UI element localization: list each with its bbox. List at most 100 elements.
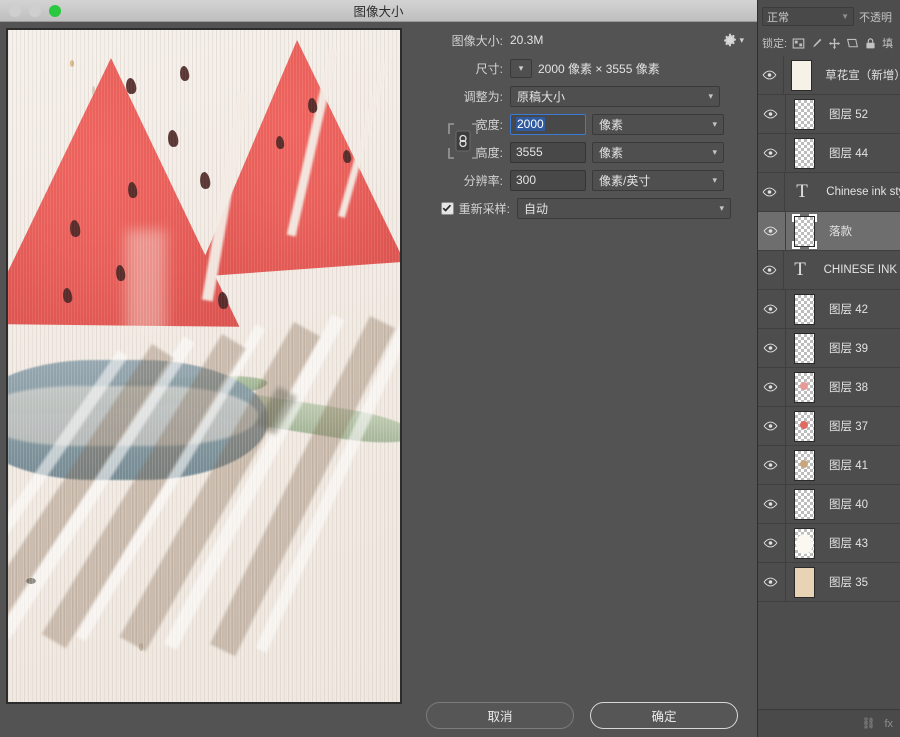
resample-value: 自动 bbox=[524, 201, 549, 216]
layer-row[interactable]: 图层 38 bbox=[756, 368, 900, 407]
link-constrain-icon[interactable] bbox=[446, 112, 480, 170]
dialog-options-menu[interactable]: ▾ bbox=[723, 33, 744, 47]
layer-row[interactable]: 草花宣（新增） bbox=[756, 56, 900, 95]
artboard-lock-icon[interactable] bbox=[846, 37, 859, 50]
move-lock-icon[interactable] bbox=[828, 37, 841, 50]
layer-thumbnail[interactable] bbox=[786, 332, 822, 364]
eye-icon bbox=[763, 421, 778, 431]
link-layers-icon[interactable]: ⛓ bbox=[861, 717, 875, 730]
layer-visibility-toggle[interactable] bbox=[756, 56, 785, 94]
layer-visibility-toggle[interactable] bbox=[756, 524, 786, 562]
layer-thumbnail[interactable] bbox=[784, 59, 818, 91]
layer-name: 图层 43 bbox=[829, 538, 868, 550]
fit-to-row: 调整为: 原稿大小 ▾ bbox=[412, 84, 752, 108]
melon-highlight bbox=[126, 230, 166, 335]
text-layer-icon: T bbox=[796, 181, 808, 202]
ok-button[interactable]: 确定 bbox=[590, 702, 738, 729]
gear-icon[interactable] bbox=[723, 33, 737, 47]
layer-visibility-toggle[interactable] bbox=[756, 95, 786, 133]
layer-thumbnail[interactable] bbox=[786, 293, 822, 325]
layer-thumbnail[interactable] bbox=[786, 98, 822, 130]
thumbnail-content bbox=[799, 459, 808, 468]
layer-visibility-toggle[interactable] bbox=[756, 446, 786, 484]
image-size-value: 20.3M bbox=[510, 33, 544, 47]
eye-icon bbox=[763, 304, 778, 314]
resample-label: 重新采样: bbox=[458, 201, 510, 216]
layer-row[interactable]: 图层 42 bbox=[756, 290, 900, 329]
dialog-buttons: 取消 确定 bbox=[412, 702, 752, 729]
resolution-unit-select[interactable]: 像素/英寸 ▾ bbox=[592, 169, 724, 191]
layer-visibility-toggle[interactable] bbox=[756, 173, 785, 211]
layer-row[interactable]: 图层 39 bbox=[756, 329, 900, 368]
layer-thumbnail[interactable] bbox=[786, 213, 822, 249]
lock-all-icon[interactable] bbox=[864, 37, 877, 50]
width-unit-select[interactable]: 像素 ▾ bbox=[592, 113, 724, 135]
fit-to-select[interactable]: 原稿大小 ▾ bbox=[510, 85, 720, 107]
blend-mode-select[interactable]: 正常 ▼ bbox=[762, 7, 854, 26]
fx-icon[interactable]: fx bbox=[884, 718, 893, 730]
layer-thumbnail[interactable] bbox=[786, 449, 822, 481]
layer-row[interactable]: 图层 37 bbox=[756, 407, 900, 446]
layer-row[interactable]: 图层 43 bbox=[756, 524, 900, 563]
layer-thumbnail[interactable] bbox=[786, 566, 822, 598]
eye-icon bbox=[762, 265, 777, 275]
resolution-input[interactable]: 300 bbox=[510, 169, 586, 191]
raster-thumbnail bbox=[793, 488, 815, 520]
fit-to-value: 原稿大小 bbox=[517, 89, 566, 104]
cancel-button[interactable]: 取消 bbox=[426, 702, 574, 729]
scallop-shell bbox=[8, 310, 400, 702]
brush-lock-icon[interactable] bbox=[810, 37, 823, 50]
dimensions-value: 2000 像素 × 3555 像素 bbox=[538, 61, 660, 76]
resolution-label: 分辨率: bbox=[463, 173, 503, 188]
layer-name: 图层 39 bbox=[829, 343, 868, 355]
width-value: 2000 bbox=[516, 117, 545, 131]
layer-row[interactable]: T CHINESE INK S bbox=[756, 251, 900, 290]
layer-thumbnail[interactable]: T bbox=[784, 255, 817, 286]
resolution-unit-value: 像素/英寸 bbox=[599, 173, 651, 188]
layer-thumbnail[interactable] bbox=[786, 137, 822, 169]
layer-row[interactable]: T Chinese ink sty bbox=[756, 173, 900, 212]
layer-row[interactable]: 图层 40 bbox=[756, 485, 900, 524]
layer-visibility-toggle[interactable] bbox=[756, 368, 786, 406]
resolution-row: 分辨率: 300 像素/英寸 ▾ bbox=[412, 168, 752, 192]
layer-thumbnail[interactable]: T bbox=[785, 177, 820, 208]
layer-row[interactable]: 图层 41 bbox=[756, 446, 900, 485]
layer-row[interactable]: 落款 bbox=[756, 212, 900, 251]
layer-visibility-toggle[interactable] bbox=[756, 251, 784, 289]
image-preview[interactable] bbox=[6, 28, 402, 704]
layer-visibility-toggle[interactable] bbox=[756, 212, 786, 250]
layer-row[interactable]: 图层 35 bbox=[756, 563, 900, 602]
text-layer-icon: T bbox=[794, 259, 806, 280]
height-unit-select[interactable]: 像素 ▾ bbox=[592, 141, 724, 163]
lock-label: 锁定: bbox=[762, 38, 788, 50]
dialog-titlebar[interactable]: 图像大小 bbox=[0, 0, 757, 22]
resample-checkbox[interactable] bbox=[440, 201, 454, 215]
chevron-down-icon: ▾ bbox=[739, 34, 744, 45]
screen: 正常 ▼ 不透明 锁定: 填 草花宣（新增） 图层 52 图层 44 T Chi… bbox=[0, 0, 900, 737]
layer-visibility-toggle[interactable] bbox=[756, 407, 786, 445]
transparency-lock-icon[interactable] bbox=[792, 37, 805, 50]
dimensions-unit-select[interactable]: ▾ bbox=[510, 58, 532, 78]
layer-visibility-toggle[interactable] bbox=[756, 134, 786, 172]
eye-icon bbox=[763, 460, 778, 470]
layer-row[interactable]: 图层 44 bbox=[756, 134, 900, 173]
layer-visibility-toggle[interactable] bbox=[756, 290, 786, 328]
layer-visibility-toggle[interactable] bbox=[756, 329, 786, 367]
layer-visibility-toggle[interactable] bbox=[756, 485, 786, 523]
height-input[interactable]: 3555 bbox=[510, 141, 586, 163]
resample-select[interactable]: 自动 ▾ bbox=[517, 197, 731, 219]
layer-visibility-toggle[interactable] bbox=[756, 563, 786, 601]
layer-row[interactable]: 图层 52 bbox=[756, 95, 900, 134]
layer-thumbnail[interactable] bbox=[786, 527, 822, 559]
width-input[interactable]: 2000 bbox=[510, 113, 586, 135]
layer-thumbnail[interactable] bbox=[786, 410, 822, 442]
image-size-dialog: 图像大小 图像大小: 20.3M ▾ 尺寸: ▾ 2000 像素 × 3555 … bbox=[0, 0, 758, 737]
layer-name: 图层 35 bbox=[829, 577, 868, 589]
layer-thumbnail[interactable] bbox=[786, 488, 822, 520]
eye-icon bbox=[763, 148, 778, 158]
resample-row: 重新采样: 自动 ▾ bbox=[412, 196, 752, 220]
layers-panel-lock-row: 锁定: 填 bbox=[756, 31, 900, 55]
layer-list[interactable]: 草花宣（新增） 图层 52 图层 44 T Chinese ink sty 落款 T CHIN… bbox=[756, 56, 900, 706]
layer-name: 草花宣（新增） bbox=[825, 70, 900, 82]
layer-thumbnail[interactable] bbox=[786, 371, 822, 403]
